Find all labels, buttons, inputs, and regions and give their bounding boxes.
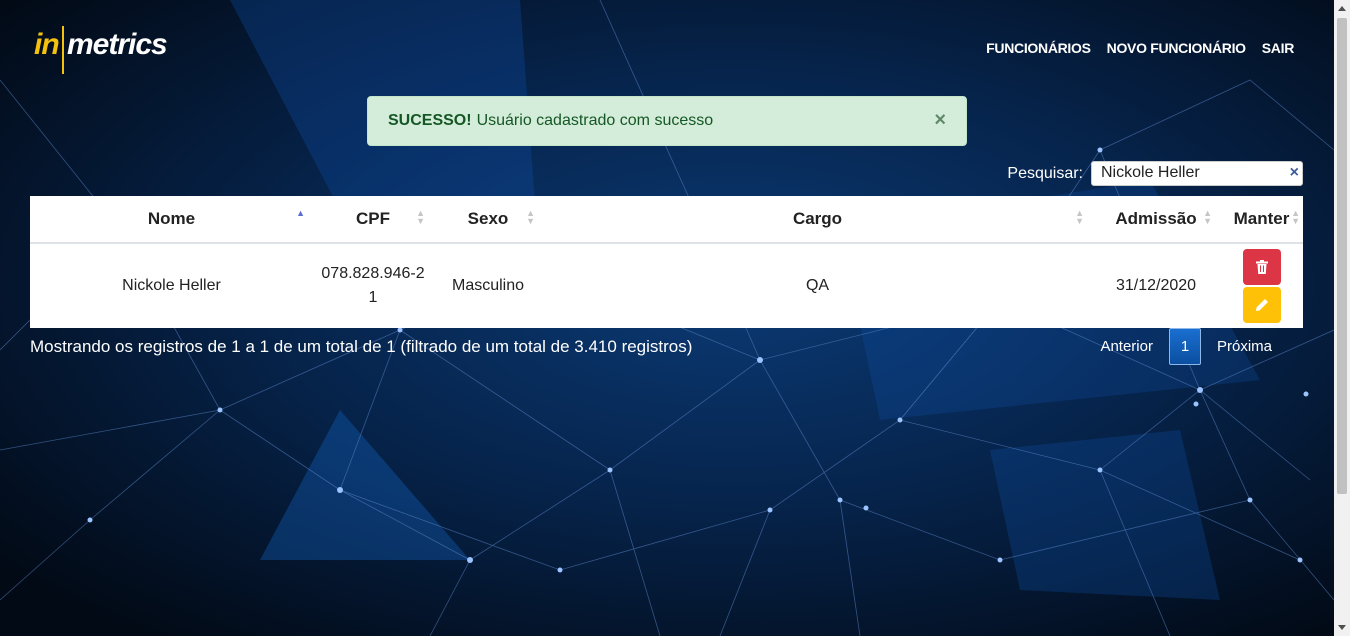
logo-suffix: metrics [67, 28, 168, 61]
search-clear-icon[interactable]: × [1290, 164, 1299, 182]
sort-arrows-icon: ▲ ▼ [1203, 208, 1212, 226]
nav-novo-funcionario-link[interactable]: NOVO FUNCIONÁRIO [1107, 40, 1246, 56]
cell-nome: Nickole Heller [122, 277, 221, 294]
table-header-row: Nome ▲ CPF ▲ ▼ Sexo ▲ ▼ Cargo ▲ ▼ Admissão ▲ ▼ Ma… [30, 196, 1303, 244]
cell-sexo: Masculino [451, 277, 525, 294]
page-scrollbar[interactable] [1334, 0, 1350, 636]
delete-button[interactable] [1242, 249, 1281, 285]
logo-prefix: in [34, 28, 60, 61]
employees-table: Nome ▲ CPF ▲ ▼ Sexo ▲ ▼ Cargo ▲ ▼ Admissão ▲ ▼ Ma… [30, 196, 1303, 328]
trash-icon [1255, 260, 1268, 274]
table-row: Nickole Heller 078.828.946-21 Masculino … [30, 243, 1303, 328]
header-cargo[interactable]: Cargo ▲ ▼ [543, 196, 1092, 244]
pagination-next-link[interactable]: Próxima [1201, 338, 1288, 355]
scrollbar-thumb[interactable] [1337, 18, 1347, 494]
header-admissao[interactable]: Admissão ▲ ▼ [1092, 196, 1220, 244]
logo-divider [62, 26, 64, 74]
cell-cpf: 078.828.946-21 [321, 265, 425, 306]
table-info-text: Mostrando os registros de 1 a 1 de um to… [30, 337, 693, 356]
cell-cargo: QA [805, 277, 830, 294]
sort-arrows-icon: ▲ ▼ [526, 208, 535, 226]
scroll-up-icon[interactable] [1338, 6, 1346, 11]
search-box: × [1091, 161, 1303, 186]
sort-arrows-icon: ▲ ▼ [416, 208, 425, 226]
search-bar: Pesquisar: × [1007, 161, 1303, 186]
pagination: Anterior 1 Próxima [1084, 328, 1288, 365]
pencil-icon [1255, 299, 1268, 311]
scroll-down-icon[interactable] [1338, 625, 1346, 630]
cell-manter [1220, 243, 1303, 328]
top-nav: FUNCIONÁRIOS NOVO FUNCIONÁRIO SAIR [986, 40, 1294, 56]
nav-sair-link[interactable]: SAIR [1262, 40, 1295, 56]
search-input[interactable] [1092, 162, 1281, 184]
alert-title: SUCESSO! [388, 112, 472, 129]
success-alert: SUCESSO! Usuário cadastrado com sucesso … [367, 96, 967, 146]
cell-admissao: 31/12/2020 [1115, 277, 1197, 294]
header-manter[interactable]: Manter ▲ ▼ [1220, 196, 1303, 244]
header-cpf[interactable]: CPF ▲ ▼ [313, 196, 433, 244]
search-label: Pesquisar: [1007, 164, 1083, 182]
pagination-current-page[interactable]: 1 [1168, 328, 1201, 365]
nav-funcionarios-link[interactable]: FUNCIONÁRIOS [986, 40, 1091, 56]
edit-button[interactable] [1242, 287, 1281, 323]
sort-arrows-icon: ▲ ▼ [1075, 208, 1084, 226]
alert-close-icon[interactable]: × [934, 109, 946, 132]
alert-message: Usuário cadastrado com sucesso [476, 112, 714, 129]
sort-arrows-icon: ▲ ▼ [1291, 208, 1300, 226]
pagination-prev-link[interactable]: Anterior [1084, 338, 1169, 355]
header-sexo[interactable]: Sexo ▲ ▼ [433, 196, 543, 244]
header-nome[interactable]: Nome ▲ [30, 196, 313, 244]
sort-asc-icon: ▲ [296, 208, 305, 218]
page: in metrics FUNCIONÁRIOS NOVO FUNCIONÁRIO… [0, 0, 1334, 636]
